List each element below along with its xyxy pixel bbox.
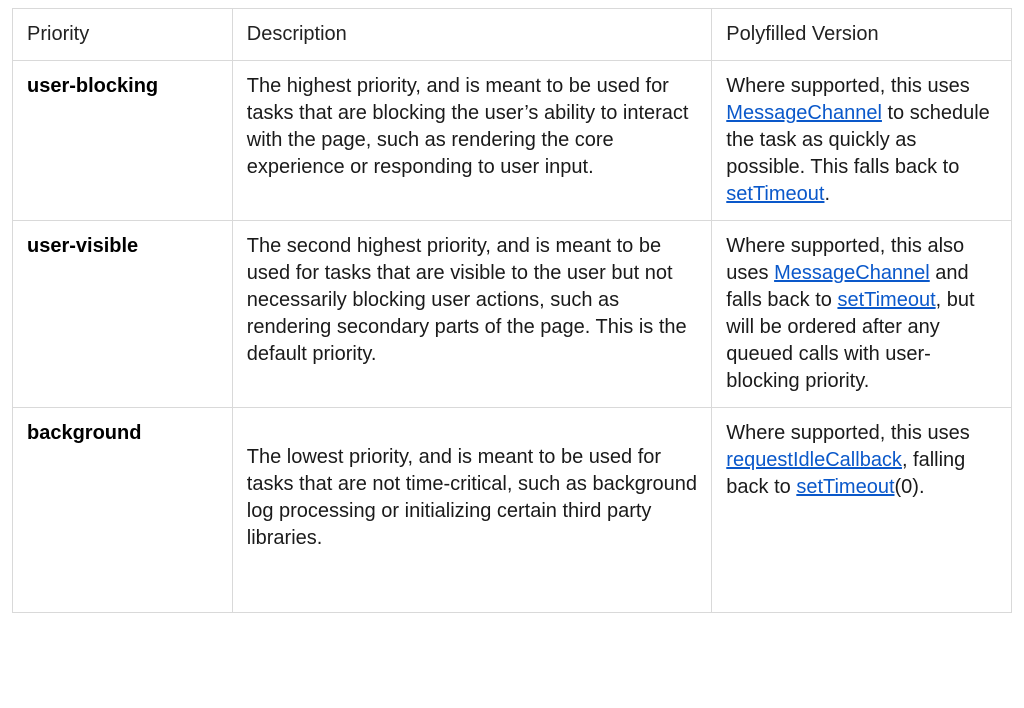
link-messagechannel[interactable]: MessageChannel [726, 102, 882, 124]
link-settimeout[interactable]: setTimeout [796, 476, 894, 498]
table-header-row: Priority Description Polyfilled Version [13, 9, 1012, 61]
cell-polyfilled: Where supported, this uses requestIdleCa… [712, 408, 1012, 613]
link-requestidlecallback[interactable]: requestIdleCallback [726, 449, 902, 471]
polyfill-text: Where supported, this uses [726, 422, 969, 444]
cell-description: The highest priority, and is meant to be… [232, 61, 712, 221]
table-row: user-visible The second highest priority… [13, 221, 1012, 408]
priority-name: background [27, 422, 141, 444]
header-description: Description [232, 9, 712, 61]
priority-name: user-blocking [27, 75, 158, 97]
link-settimeout[interactable]: setTimeout [837, 289, 935, 311]
cell-polyfilled: Where supported, this uses MessageChanne… [712, 61, 1012, 221]
cell-priority: user-visible [13, 221, 233, 408]
polyfill-text: Where supported, this uses [726, 75, 969, 97]
header-polyfilled: Polyfilled Version [712, 9, 1012, 61]
cell-polyfilled: Where supported, this also uses MessageC… [712, 221, 1012, 408]
cell-description: The second highest priority, and is mean… [232, 221, 712, 408]
link-messagechannel[interactable]: MessageChannel [774, 262, 930, 284]
table-row: background The lowest priority, and is m… [13, 408, 1012, 613]
link-settimeout[interactable]: setTimeout [726, 183, 824, 205]
priority-name: user-visible [27, 235, 138, 257]
cell-priority: background [13, 408, 233, 613]
polyfill-text: (0). [895, 476, 925, 498]
polyfill-text: . [824, 183, 830, 205]
cell-priority: user-blocking [13, 61, 233, 221]
header-priority: Priority [13, 9, 233, 61]
cell-description: The lowest priority, and is meant to be … [232, 408, 712, 613]
table-row: user-blocking The highest priority, and … [13, 61, 1012, 221]
priority-table: Priority Description Polyfilled Version … [12, 8, 1012, 613]
